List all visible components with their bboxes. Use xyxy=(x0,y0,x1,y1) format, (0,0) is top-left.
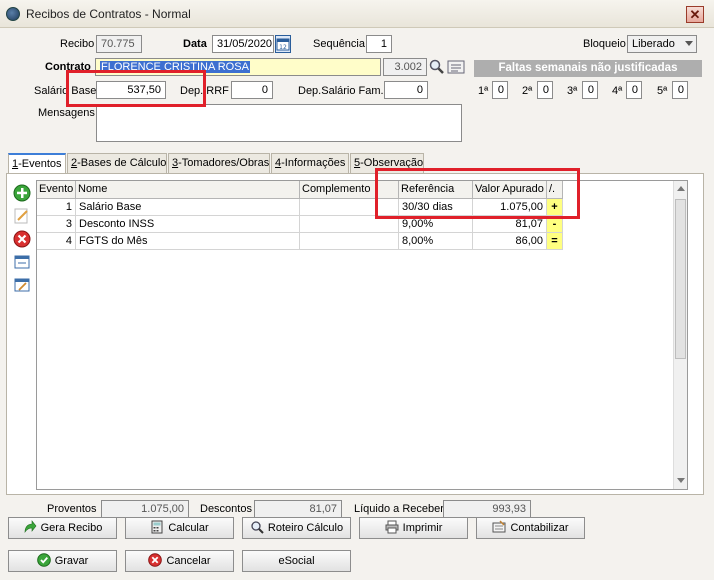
table-row-2-evento[interactable]: 3 xyxy=(37,216,76,233)
cancel-icon xyxy=(148,553,163,567)
highlight-salario xyxy=(66,70,206,107)
depirrf-field[interactable]: 0 xyxy=(231,81,273,99)
app-icon xyxy=(6,7,20,21)
falta-week-3-field[interactable]: 0 xyxy=(582,81,598,99)
printer-icon xyxy=(385,520,399,534)
magnifier-icon xyxy=(251,521,264,534)
mensagens-label: Mensagens xyxy=(38,107,95,119)
table-row-3-complemento[interactable] xyxy=(300,233,399,250)
delete-event-icon[interactable] xyxy=(13,230,31,248)
recibo-label: Recibo xyxy=(60,38,95,50)
bloqueio-value: Liberado xyxy=(632,38,675,50)
col-evento[interactable]: Evento xyxy=(37,181,76,199)
data-label: Data xyxy=(183,38,207,50)
falta-week-4-label: 4ª xyxy=(612,85,623,97)
search-icon[interactable] xyxy=(428,58,446,76)
table-row-1-nome[interactable]: Salário Base xyxy=(76,199,300,216)
descontos-field: 81,07 xyxy=(254,500,342,518)
falta-week-1-label: 1ª xyxy=(478,85,489,97)
faltas-header: Faltas semanais não justificadas xyxy=(474,60,702,77)
sequencia-label: Sequência xyxy=(313,38,365,50)
eventos-grid[interactable]: Evento Nome Complemento Referência Valor… xyxy=(36,180,688,490)
contabilizar-button[interactable]: Contabilizar xyxy=(476,517,585,539)
table-row-3-nome[interactable]: FGTS do Mês xyxy=(76,233,300,250)
grid-scrollbar[interactable] xyxy=(673,181,687,489)
green-arrow-icon xyxy=(24,520,36,533)
calendar-icon[interactable]: 12 xyxy=(275,35,291,53)
depsal-label: Dep.Salário Fam. xyxy=(298,85,384,97)
gera-recibo-button[interactable]: Gera Recibo xyxy=(8,517,117,539)
chevron-down-icon xyxy=(685,41,693,46)
proventos-label: Proventos xyxy=(47,503,97,515)
table-row-3-referencia[interactable]: 8,00% xyxy=(399,233,473,250)
falta-week-2-field[interactable]: 0 xyxy=(537,81,553,99)
descontos-label: Descontos xyxy=(200,503,252,515)
check-icon xyxy=(36,553,51,567)
contrato-code-field[interactable]: 3.002 xyxy=(383,58,427,76)
roteiro-calculo-button[interactable]: Roteiro Cálculo xyxy=(242,517,351,539)
sequencia-field[interactable]: 1 xyxy=(366,35,392,53)
tab-tomadores-obras[interactable]: 3-Tomadores/Obras xyxy=(168,153,270,173)
tab-bases-calculo[interactable]: 2-Bases de Cálculo xyxy=(67,153,167,173)
proventos-field: 1.075,00 xyxy=(101,500,189,518)
calcular-button[interactable]: Calcular xyxy=(125,517,234,539)
liquido-field: 993,93 xyxy=(443,500,531,518)
window-title: Recibos de Contratos - Normal xyxy=(26,7,191,21)
falta-week-1-field[interactable]: 0 xyxy=(492,81,508,99)
depsal-field[interactable]: 0 xyxy=(384,81,428,99)
falta-week-5-label: 5ª xyxy=(657,85,668,97)
mensagens-textarea[interactable] xyxy=(96,104,462,142)
liquido-label: Líquido a Receber xyxy=(354,503,444,515)
edit-event-icon[interactable] xyxy=(13,207,31,225)
ledger-icon xyxy=(492,520,506,533)
falta-week-2-label: 2ª xyxy=(522,85,533,97)
window-edit-icon[interactable] xyxy=(13,276,31,294)
scroll-thumb[interactable] xyxy=(675,199,686,359)
table-row-3-valor[interactable]: 86,00 xyxy=(473,233,547,250)
falta-week-5-field[interactable]: 0 xyxy=(672,81,688,99)
scroll-down-icon[interactable] xyxy=(677,478,685,483)
add-event-icon[interactable] xyxy=(13,184,31,202)
data-field[interactable]: 31/05/2020 xyxy=(212,35,274,53)
card-icon[interactable] xyxy=(447,59,465,75)
scroll-up-icon[interactable] xyxy=(677,186,685,191)
svg-text:12: 12 xyxy=(279,44,287,51)
window-list-icon[interactable] xyxy=(13,253,31,271)
imprimir-button[interactable]: Imprimir xyxy=(359,517,468,539)
esocial-button[interactable]: eSocial xyxy=(242,550,351,572)
recibo-field[interactable]: 70.775 xyxy=(96,35,142,53)
col-nome[interactable]: Nome xyxy=(76,181,300,199)
close-button[interactable]: ✕ xyxy=(686,6,704,23)
tab-eventos[interactable]: 1-Eventos xyxy=(8,153,66,174)
bloqueio-label: Bloqueio xyxy=(583,38,626,50)
gravar-button[interactable]: Gravar xyxy=(8,550,117,572)
falta-week-4-field[interactable]: 0 xyxy=(626,81,642,99)
cancelar-button[interactable]: Cancelar xyxy=(125,550,234,572)
bloqueio-select[interactable]: Liberado xyxy=(627,35,697,53)
calculator-icon xyxy=(151,520,163,534)
table-row-3-sign[interactable]: = xyxy=(547,233,563,250)
falta-week-3-label: 3ª xyxy=(567,85,578,97)
table-row-3-evento[interactable]: 4 xyxy=(37,233,76,250)
table-row-1-evento[interactable]: 1 xyxy=(37,199,76,216)
tab-informacoes[interactable]: 4-Informações xyxy=(271,153,349,173)
highlight-referencia-valor xyxy=(375,168,580,219)
table-row-2-nome[interactable]: Desconto INSS xyxy=(76,216,300,233)
